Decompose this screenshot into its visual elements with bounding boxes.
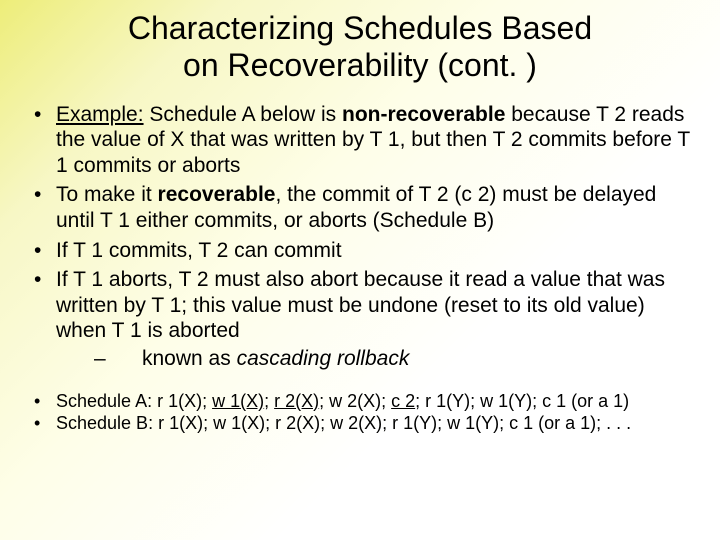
bullet-2-bold: recoverable (158, 183, 276, 206)
slide-body: Example: Schedule A below is non-recover… (28, 102, 692, 435)
bullet-3: If T 1 commits, T 2 can commit (28, 238, 692, 264)
bullet-4-text: If T 1 aborts, T 2 must also abort becau… (56, 268, 665, 342)
bullet-1-bold: non-recoverable (342, 103, 505, 126)
sub-1-italic: cascading rollback (237, 347, 410, 370)
bullet-4: If T 1 aborts, T 2 must also abort becau… (28, 267, 692, 371)
title-line-2: on Recoverability (cont. ) (183, 47, 537, 83)
bullet-1: Example: Schedule A below is non-recover… (28, 102, 692, 179)
sa-pre: Schedule A: r 1(X); (56, 391, 212, 411)
sa-post: ; r 1(Y); w 1(Y); c 1 (or a 1) (415, 391, 629, 411)
sub-1-pre: known as (142, 347, 237, 370)
bullet-2-pre: To make it (56, 183, 158, 206)
sa-m1: ; (264, 391, 274, 411)
example-label: Example: (56, 103, 144, 126)
bullet-1-pre: Schedule A below is (144, 103, 342, 126)
sa-u3: c 2 (391, 391, 415, 411)
bullet-3-text: If T 1 commits, T 2 can commit (56, 239, 342, 262)
schedule-a: Schedule A: r 1(X); w 1(X); r 2(X); w 2(… (28, 390, 692, 413)
schedule-list: Schedule A: r 1(X); w 1(X); r 2(X); w 2(… (28, 390, 692, 435)
bullet-2: To make it recoverable, the commit of T … (28, 182, 692, 233)
sb-text: Schedule B: r 1(X); w 1(X); r 2(X); w 2(… (56, 413, 631, 433)
sa-u1: w 1(X) (212, 391, 264, 411)
sa-m2: ; w 2(X); (319, 391, 391, 411)
sa-u2: r 2(X) (274, 391, 319, 411)
slide-title: Characterizing Schedules Based on Recove… (40, 10, 680, 84)
bullet-list: Example: Schedule A below is non-recover… (28, 102, 692, 372)
title-line-1: Characterizing Schedules Based (128, 10, 592, 46)
sub-bullet-1: known as cascading rollback (56, 346, 692, 372)
schedule-b: Schedule B: r 1(X); w 1(X); r 2(X); w 2(… (28, 412, 692, 435)
sub-bullet-list: known as cascading rollback (56, 346, 692, 372)
slide: Characterizing Schedules Based on Recove… (0, 0, 720, 540)
